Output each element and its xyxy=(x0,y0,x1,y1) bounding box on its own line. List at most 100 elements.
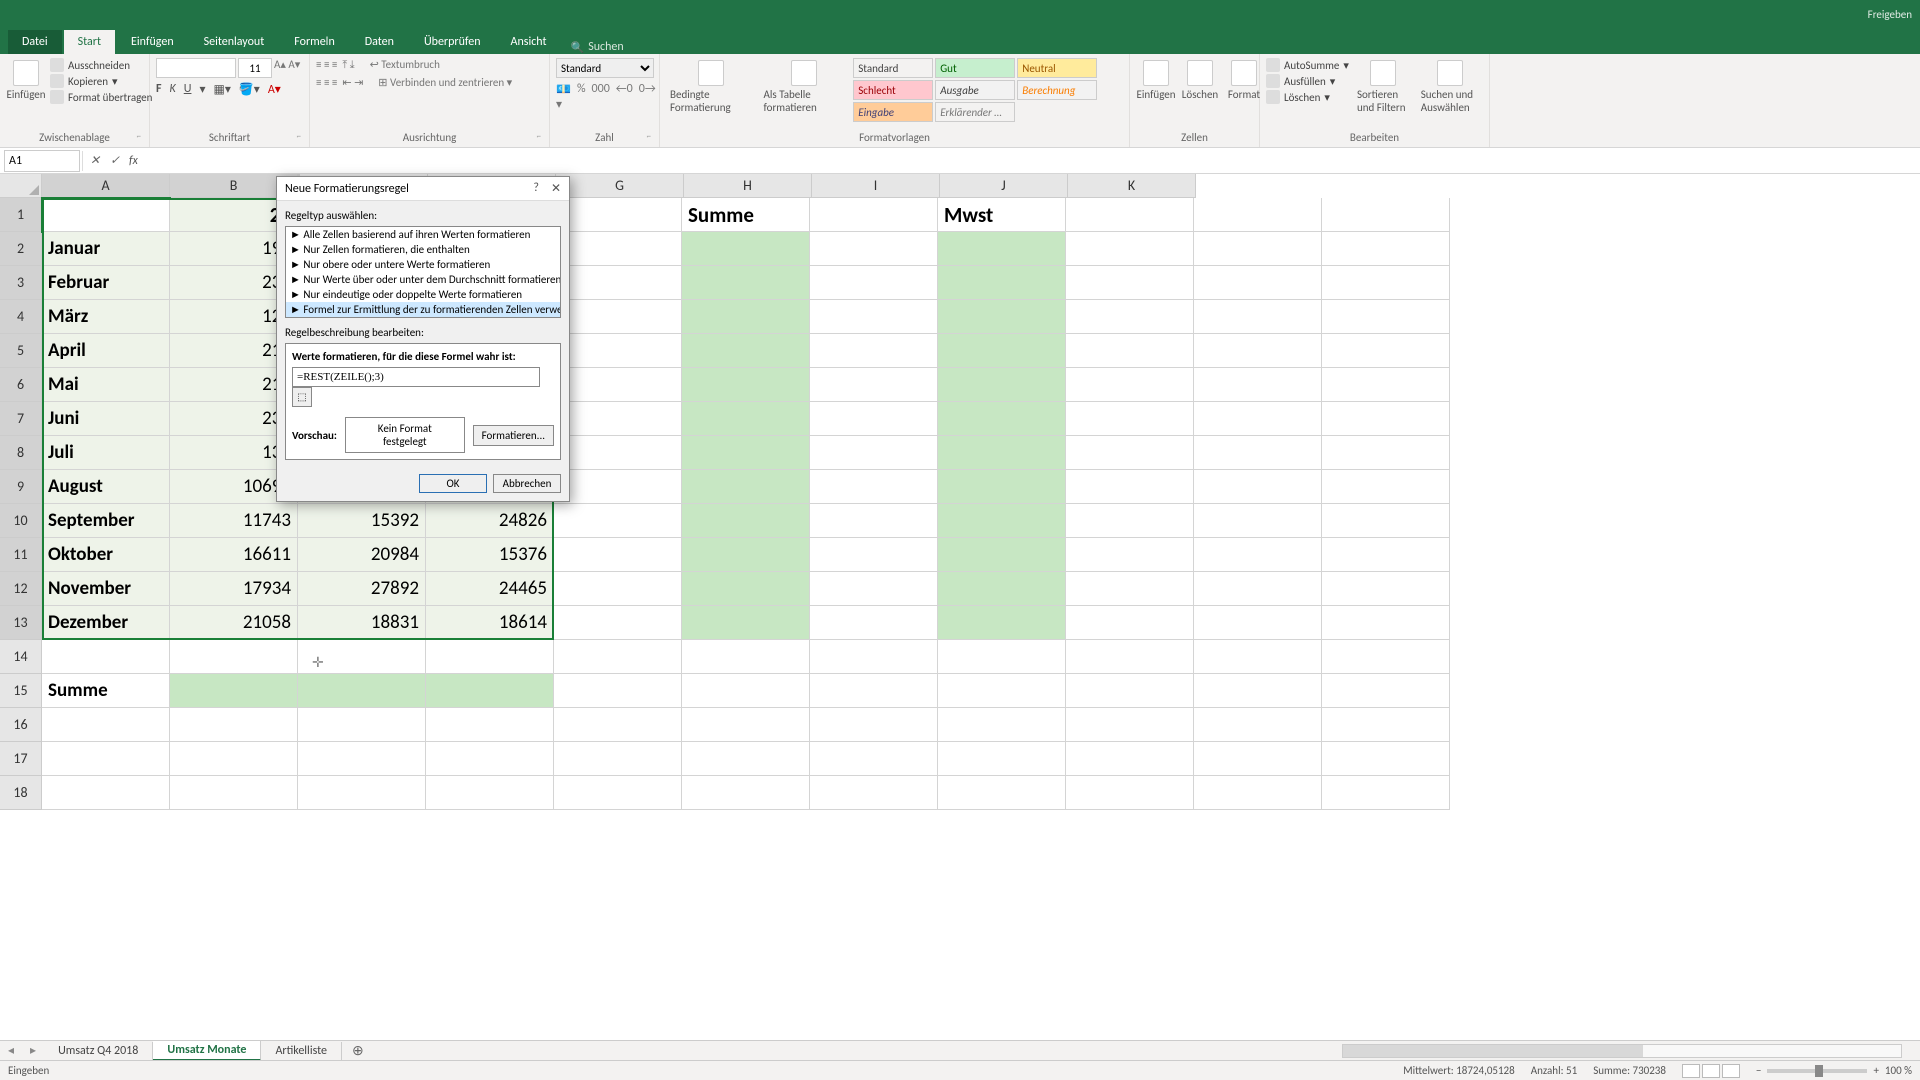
cell[interactable]: 20984 xyxy=(298,538,426,572)
cell[interactable] xyxy=(938,572,1066,606)
cell[interactable]: August xyxy=(42,470,170,504)
cell[interactable] xyxy=(1066,776,1194,810)
rule-type-item[interactable]: ► Alle Zellen basierend auf ihren Werten… xyxy=(286,227,560,242)
row-header-10[interactable]: 10 xyxy=(0,504,42,538)
cell[interactable] xyxy=(1066,504,1194,538)
cell[interactable] xyxy=(298,640,426,674)
currency-button[interactable]: 💶▾ xyxy=(556,82,571,112)
bold-button[interactable]: F xyxy=(156,82,162,97)
cell[interactable] xyxy=(554,708,682,742)
row-header-14[interactable]: 14 xyxy=(0,640,42,674)
rule-type-item[interactable]: ► Nur eindeutige oder doppelte Werte for… xyxy=(286,287,560,302)
cell[interactable] xyxy=(938,334,1066,368)
row-header-7[interactable]: 7 xyxy=(0,402,42,436)
cancel-button[interactable]: Abbrechen xyxy=(493,474,561,493)
cell[interactable] xyxy=(1194,674,1322,708)
cell[interactable] xyxy=(682,470,810,504)
cell[interactable] xyxy=(170,742,298,776)
cell[interactable] xyxy=(554,606,682,640)
cell[interactable] xyxy=(1322,572,1450,606)
row-header-15[interactable]: 15 xyxy=(0,674,42,708)
cell[interactable] xyxy=(938,266,1066,300)
cell[interactable] xyxy=(1322,640,1450,674)
cell[interactable] xyxy=(682,572,810,606)
row-header-3[interactable]: 3 xyxy=(0,266,42,300)
col-header-G[interactable]: G xyxy=(556,174,684,198)
cell[interactable] xyxy=(810,402,938,436)
cell[interactable] xyxy=(1194,266,1322,300)
cell[interactable] xyxy=(554,504,682,538)
sheet-tab[interactable]: Umsatz Monate xyxy=(153,1041,261,1061)
format-as-table-button[interactable]: Als Tabelle formatieren xyxy=(760,58,850,116)
clear-button[interactable]: Löschen ▾ xyxy=(1266,90,1349,104)
paste-button[interactable]: Einfügen xyxy=(6,58,46,103)
row-header-8[interactable]: 8 xyxy=(0,436,42,470)
style-berechnung[interactable]: Berechnung xyxy=(1017,80,1097,100)
cell[interactable] xyxy=(682,334,810,368)
cell[interactable] xyxy=(170,776,298,810)
cell[interactable] xyxy=(1322,198,1450,232)
cell[interactable] xyxy=(682,640,810,674)
formula-input[interactable] xyxy=(142,150,1920,172)
cell[interactable] xyxy=(938,368,1066,402)
cell[interactable] xyxy=(810,674,938,708)
range-selector-icon[interactable]: ⬚ xyxy=(292,387,312,407)
insert-cells-button[interactable]: Einfügen xyxy=(1136,58,1176,103)
cell[interactable] xyxy=(170,674,298,708)
tab-formulas[interactable]: Formeln xyxy=(280,30,348,54)
cell[interactable] xyxy=(810,266,938,300)
cell[interactable] xyxy=(298,776,426,810)
sort-filter-button[interactable]: Sortieren und Filtern xyxy=(1353,58,1413,116)
cell[interactable] xyxy=(1194,402,1322,436)
cell[interactable]: 16611 xyxy=(170,538,298,572)
cell-styles-gallery[interactable]: Standard Gut Neutral Schlecht Ausgabe Be… xyxy=(853,58,1123,122)
cell[interactable] xyxy=(682,776,810,810)
horizontal-scrollbar[interactable] xyxy=(1342,1044,1902,1058)
cell[interactable] xyxy=(938,538,1066,572)
cell[interactable]: Juni xyxy=(42,402,170,436)
rule-type-list[interactable]: ► Alle Zellen basierend auf ihren Werten… xyxy=(285,226,561,318)
cell[interactable]: März xyxy=(42,300,170,334)
cell[interactable] xyxy=(682,300,810,334)
tab-layout[interactable]: Seitenlayout xyxy=(190,30,279,54)
cell[interactable] xyxy=(682,402,810,436)
cell[interactable]: September xyxy=(42,504,170,538)
cell[interactable] xyxy=(682,504,810,538)
cell[interactable] xyxy=(554,674,682,708)
cell[interactable] xyxy=(1066,572,1194,606)
cell[interactable] xyxy=(682,708,810,742)
cell[interactable] xyxy=(554,776,682,810)
cell[interactable] xyxy=(1066,232,1194,266)
cell[interactable]: Summe xyxy=(682,198,810,232)
cell[interactable] xyxy=(1066,436,1194,470)
cell[interactable] xyxy=(1194,708,1322,742)
cell[interactable] xyxy=(1322,674,1450,708)
name-box[interactable] xyxy=(4,150,80,172)
cell[interactable] xyxy=(426,640,554,674)
cell[interactable] xyxy=(170,640,298,674)
cell[interactable] xyxy=(1322,606,1450,640)
view-page-break-icon[interactable] xyxy=(1722,1064,1740,1078)
row-header-16[interactable]: 16 xyxy=(0,708,42,742)
fill-button[interactable]: Ausfüllen ▾ xyxy=(1266,74,1349,88)
cell[interactable] xyxy=(938,742,1066,776)
zoom-level[interactable]: 100 % xyxy=(1885,1064,1912,1077)
cell[interactable]: November xyxy=(42,572,170,606)
cell[interactable] xyxy=(1322,708,1450,742)
col-header-I[interactable]: I xyxy=(812,174,940,198)
cell[interactable] xyxy=(554,368,682,402)
row-header-5[interactable]: 5 xyxy=(0,334,42,368)
row-header-18[interactable]: 18 xyxy=(0,776,42,810)
cell[interactable] xyxy=(1322,538,1450,572)
cell[interactable] xyxy=(554,198,682,232)
sheet-tab[interactable]: Umsatz Q4 2018 xyxy=(44,1042,153,1060)
cell[interactable] xyxy=(1322,232,1450,266)
rule-type-item[interactable]: ► Nur Werte über oder unter dem Durchsch… xyxy=(286,272,560,287)
style-neutral[interactable]: Neutral xyxy=(1017,58,1097,78)
row-header-4[interactable]: 4 xyxy=(0,300,42,334)
cell[interactable]: Summe xyxy=(42,674,170,708)
cell[interactable]: 21058 xyxy=(170,606,298,640)
zoom-slider[interactable] xyxy=(1767,1069,1867,1073)
style-schlecht[interactable]: Schlecht xyxy=(853,80,933,100)
cell[interactable]: Januar xyxy=(42,232,170,266)
